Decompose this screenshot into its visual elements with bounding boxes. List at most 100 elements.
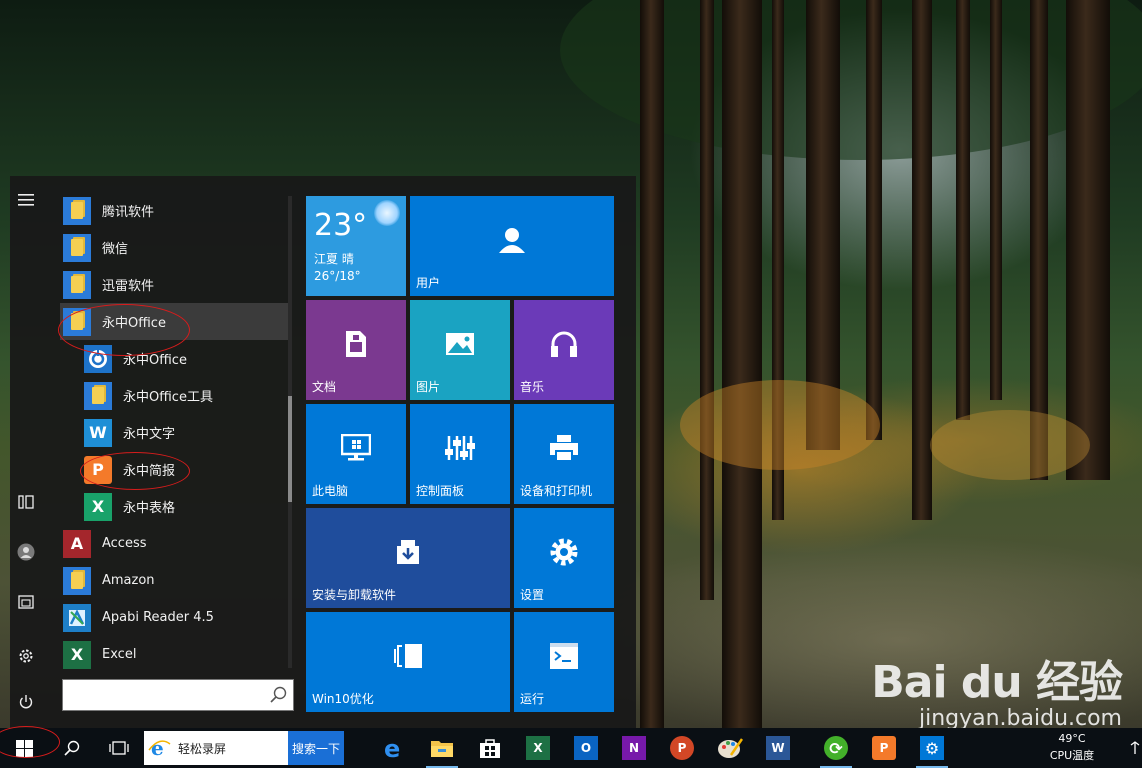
taskbar-app-word[interactable]: W — [754, 728, 802, 768]
taskbar-app-powerpoint[interactable]: P — [658, 728, 706, 768]
list-item-access[interactable]: A Access — [60, 525, 288, 562]
folder-icon — [63, 233, 91, 262]
list-item-yozo-spreadsheet[interactable]: X 永中表格 — [60, 488, 288, 525]
run-terminal-icon — [549, 642, 579, 670]
tile-label: 图片 — [416, 380, 441, 394]
taskbar-app-file-explorer[interactable] — [418, 728, 466, 768]
app-label: 永中表格 — [123, 501, 176, 516]
access-icon: A — [63, 529, 91, 558]
app-label: 永中文字 — [123, 427, 176, 442]
list-item-xunlei-software[interactable]: 迅雷软件 — [60, 266, 288, 303]
taskbar-app-store[interactable] — [466, 728, 514, 768]
start-search-box[interactable] — [62, 679, 294, 711]
tile-label: 运行 — [520, 692, 545, 706]
list-item-yozo-writer[interactable]: W 永中文字 — [60, 414, 288, 451]
list-item-amazon[interactable]: Amazon — [60, 562, 288, 599]
list-item-wechat[interactable]: 微信 — [60, 229, 288, 266]
power-icon[interactable] — [10, 682, 42, 722]
weather-tile[interactable]: 23° 江夏 晴 26°/18° — [306, 196, 406, 296]
taskbar-app-paint[interactable] — [706, 728, 754, 768]
taskbar-app-edge[interactable]: e — [370, 728, 418, 768]
weather-range: 26°/18° — [314, 269, 361, 283]
scrollbar-thumb[interactable] — [288, 396, 292, 502]
taskbar-app-yozo-presentation[interactable]: P — [860, 728, 908, 768]
user-avatar-icon[interactable] — [10, 532, 42, 572]
app-label: 微信 — [102, 242, 129, 257]
install-uninstall-tile[interactable]: 安装与卸载软件 — [306, 508, 510, 608]
folder-icon — [63, 566, 91, 595]
documents-tile[interactable]: 文档 — [306, 300, 406, 400]
cpu-temperature-value: 49°C — [1058, 732, 1086, 745]
tile-label: 用户 — [416, 276, 441, 290]
watermark-logo: Bai du 经验 — [871, 657, 1123, 708]
taskbar-app-green-refresh[interactable]: ⟳ — [812, 728, 860, 768]
tile-label: 设备和打印机 — [520, 484, 593, 498]
list-item-yozo-office-tools[interactable]: 永中Office工具 — [60, 377, 288, 414]
user-icon — [497, 225, 527, 255]
ie-icon: e — [148, 738, 171, 758]
search-icon — [64, 740, 80, 756]
headphones-icon — [549, 330, 579, 358]
settings-gear-icon[interactable] — [10, 636, 42, 676]
search-icon[interactable] — [269, 685, 289, 705]
app-label: 腾讯软件 — [102, 205, 155, 220]
list-item-excel[interactable]: X Excel — [60, 636, 288, 673]
tablet-mode-icon[interactable] — [10, 482, 42, 522]
edge-icon: e — [384, 736, 400, 760]
network-icon[interactable] — [1128, 728, 1142, 768]
printer-icon — [549, 434, 579, 462]
download-box-icon — [393, 538, 423, 566]
task-view-icon — [109, 741, 129, 755]
win10-optimize-tile[interactable]: Win10优化 — [306, 612, 510, 712]
taskbar-app-outlook[interactable]: O — [562, 728, 610, 768]
documents-icon[interactable] — [10, 582, 42, 622]
taskbar-search-field[interactable]: e 轻松录屏 — [144, 731, 288, 765]
taskbar-search-submit-button[interactable]: 搜索一下 — [288, 731, 344, 765]
user-tile[interactable]: 用户 — [410, 196, 614, 296]
taskbar-app-excel[interactable]: X — [514, 728, 562, 768]
pictures-tile[interactable]: 图片 — [410, 300, 510, 400]
onenote-icon: N — [622, 736, 646, 760]
app-list[interactable]: 腾讯软件 微信 迅雷软件 永中Office 永中Office 永中Office工… — [60, 192, 288, 674]
cpu-temperature-label: CPU温度 — [1049, 749, 1095, 762]
control-panel-tile[interactable]: 控制面板 — [410, 404, 510, 504]
taskbar: e 轻松录屏 搜索一下 e X O N P W ⟳ P ⚙ 49°C CPU温度 — [0, 728, 1142, 768]
tile-label: Win10优化 — [312, 692, 374, 706]
tile-label: 控制面板 — [416, 484, 465, 498]
app-label: Apabi Reader 4.5 — [102, 610, 214, 625]
yozo-spreadsheet-icon: X — [84, 492, 112, 521]
powerpoint-icon: P — [670, 736, 694, 760]
refresh-app-icon: ⟳ — [824, 736, 848, 760]
taskbar-app-settings[interactable]: ⚙ — [908, 728, 956, 768]
music-tile[interactable]: 音乐 — [514, 300, 614, 400]
file-explorer-icon — [431, 741, 453, 757]
tile-label: 设置 — [520, 588, 545, 602]
settings-icon: ⚙ — [920, 736, 944, 760]
yozo-presentation-icon: P — [872, 736, 896, 760]
settings-tile[interactable]: 设置 — [514, 508, 614, 608]
start-search-input[interactable] — [63, 680, 263, 710]
task-view-button[interactable] — [96, 728, 142, 768]
app-list-scrollbar[interactable] — [288, 196, 292, 668]
list-item-tencent-software[interactable]: 腾讯软件 — [60, 192, 288, 229]
start-menu: 腾讯软件 微信 迅雷软件 永中Office 永中Office 永中Office工… — [10, 176, 636, 728]
tile-label: 安装与卸载软件 — [312, 588, 397, 602]
hamburger-menu-icon[interactable] — [10, 180, 42, 220]
app-label: 迅雷软件 — [102, 279, 155, 294]
apabi-reader-icon — [63, 603, 91, 632]
app-label: Excel — [102, 647, 137, 662]
devices-printers-tile[interactable]: 设备和打印机 — [514, 404, 614, 504]
list-item-apabi-reader[interactable]: Apabi Reader 4.5 — [60, 599, 288, 636]
cpu-temperature-indicator[interactable]: 49°C CPU温度 — [1040, 730, 1104, 764]
annotation-circle-yozo-office — [58, 304, 190, 356]
app-label: Access — [102, 536, 147, 551]
folder-icon — [63, 270, 91, 299]
run-tile[interactable]: 运行 — [514, 612, 614, 712]
sunny-icon — [374, 200, 400, 226]
paint-icon — [718, 738, 743, 758]
excel-icon: X — [63, 640, 91, 669]
taskbar-app-onenote[interactable]: N — [610, 728, 658, 768]
word-icon: W — [766, 736, 790, 760]
store-icon — [480, 739, 500, 758]
this-pc-tile[interactable]: 此电脑 — [306, 404, 406, 504]
